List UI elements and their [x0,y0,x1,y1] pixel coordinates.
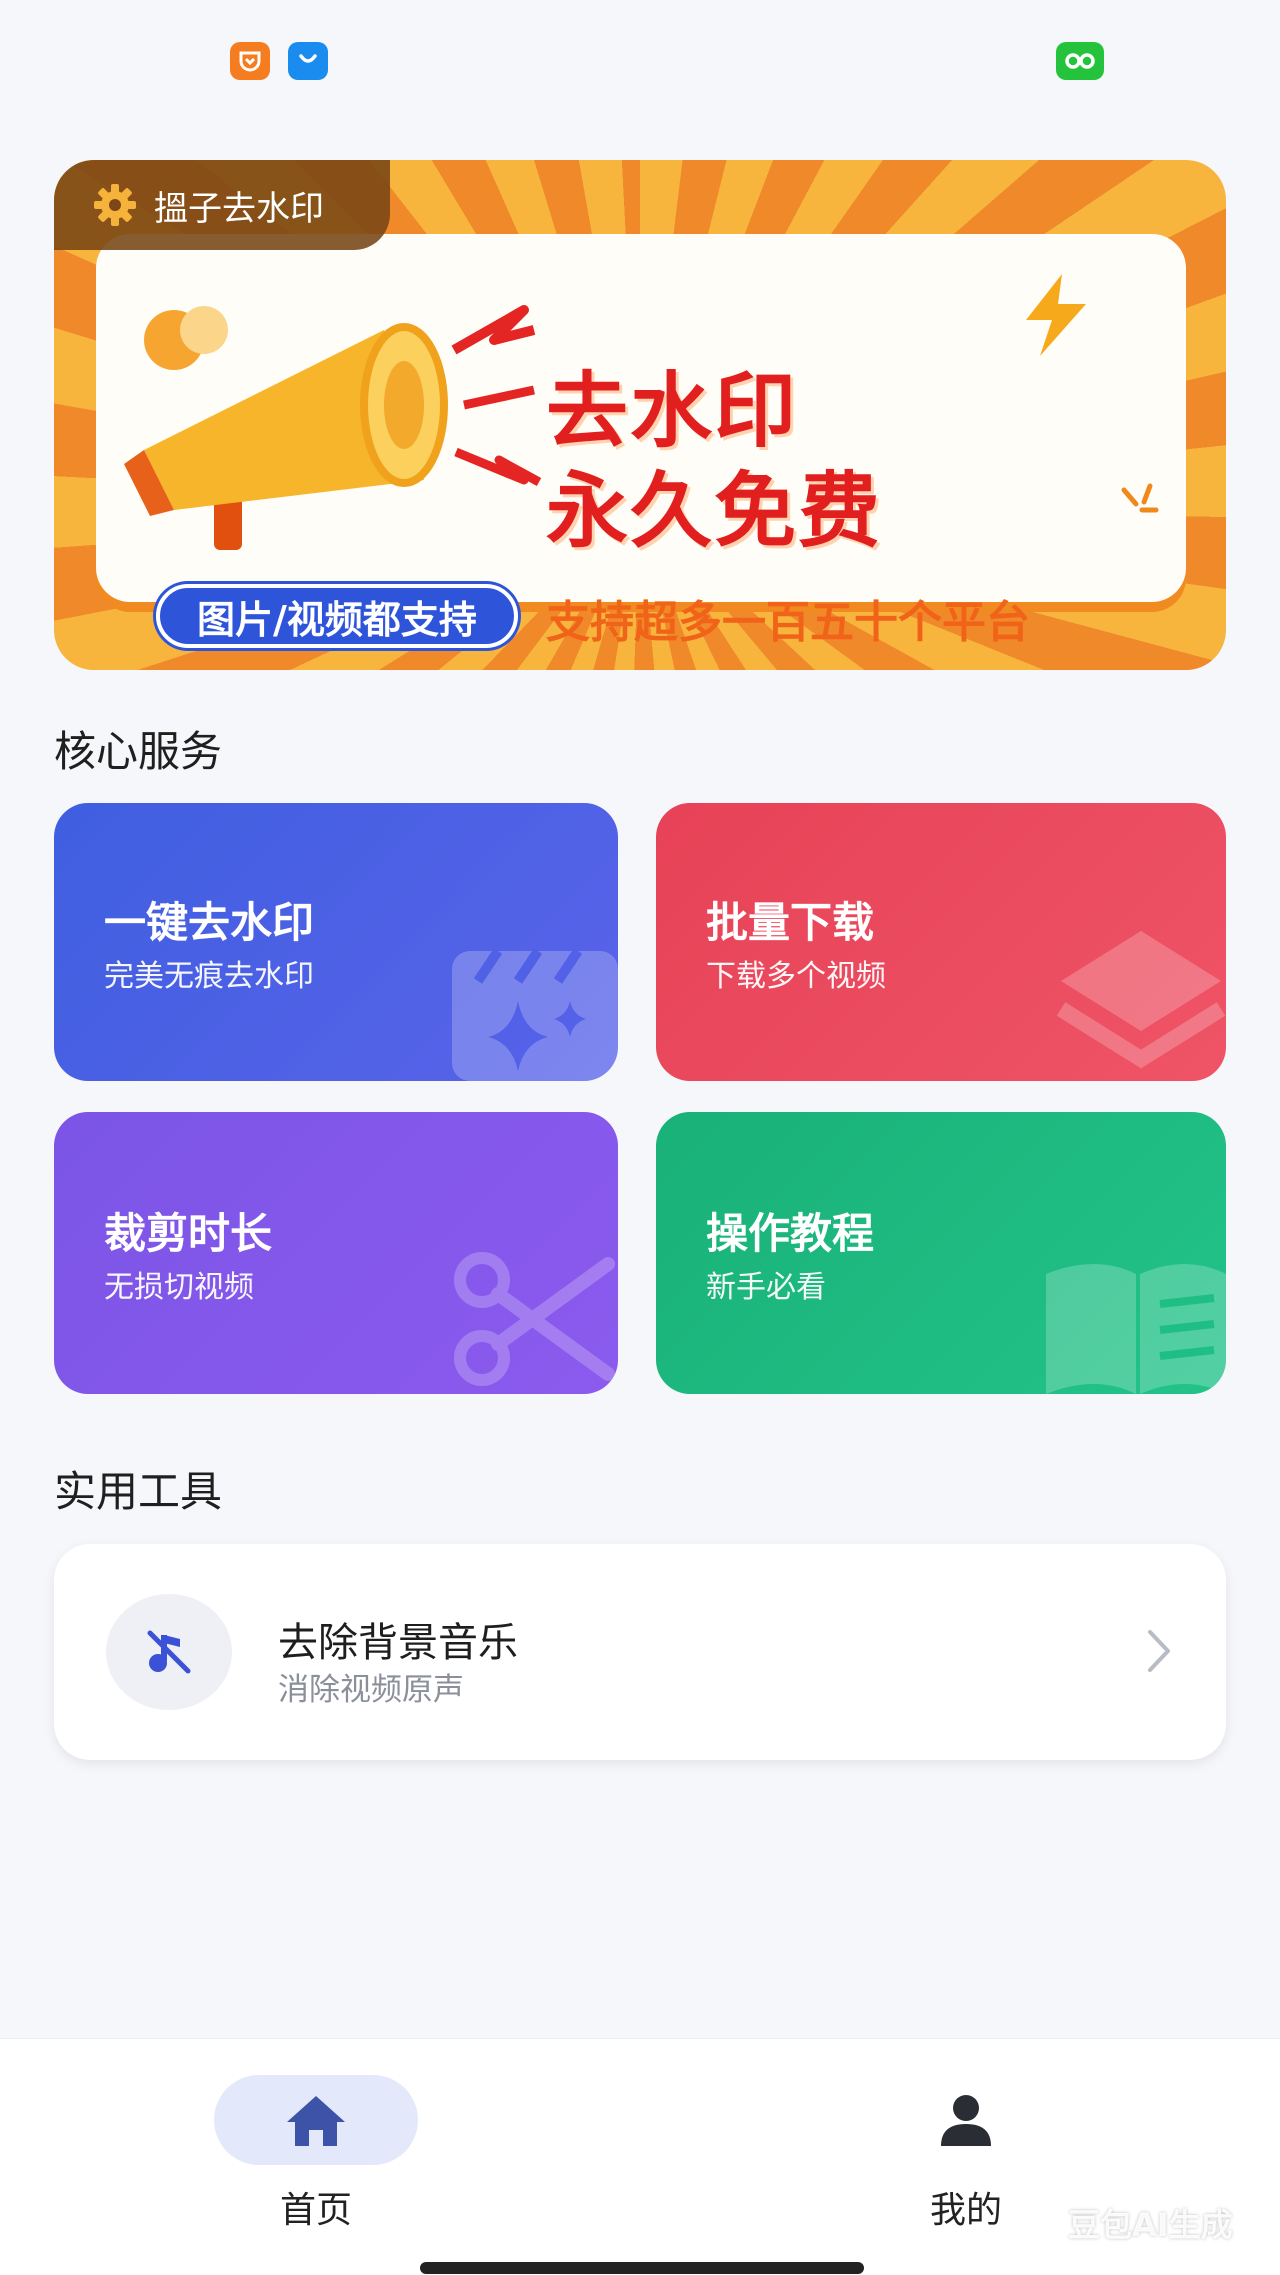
clapperboard-sparkle-icon [452,948,618,1081]
notification-app-icon [230,42,270,80]
home-indicator [420,2262,864,2274]
scissors-icon [454,1252,615,1386]
tool-icon-container [106,1594,232,1710]
service-card-batch-download[interactable]: 批量下载 下载多个视频 [656,803,1226,1081]
app-name-label: 搵子去水印 [154,188,324,229]
promo-banner[interactable]: 去水印 永久免费 图片/视频都支持 支持超多一百五十个平台 搵子去水印 [54,160,1226,670]
banner-pill: 图片/视频都支持 [156,584,518,648]
lightning-icon [1026,274,1086,356]
section-title-tools: 实用工具 [54,1467,223,1516]
megaphone-icon [124,305,542,550]
tool-item-remove-bgm[interactable]: 去除背景音乐 消除视频原声 [54,1544,1226,1760]
service-card-tutorial[interactable]: 操作教程 新手必看 [656,1112,1226,1394]
service-title: 一键去水印 [104,898,315,947]
music-off-icon [147,1630,191,1674]
nav-active-indicator [214,2075,418,2165]
gear-icon [94,184,136,226]
service-subtitle: 下载多个视频 [706,959,886,994]
chevron-right-icon [1148,1630,1170,1672]
service-title: 操作教程 [706,1209,875,1258]
book-icon [1046,1264,1226,1394]
tool-title: 去除背景音乐 [278,1620,518,1666]
app-name-tag: 搵子去水印 [54,160,390,250]
notification-app-icon [288,42,328,80]
nav-tab-mine[interactable]: 我的 [864,2075,1068,2233]
service-title: 裁剪时长 [104,1209,273,1258]
service-subtitle: 完美无痕去水印 [104,959,314,994]
nav-tab-home[interactable]: 首页 [214,2075,418,2233]
service-card-trim-duration[interactable]: 裁剪时长 无损切视频 [54,1112,618,1394]
section-title-core: 核心服务 [54,727,223,776]
ai-watermark: 豆包AI生成 [1068,2206,1233,2244]
service-subtitle: 新手必看 [706,1270,826,1305]
nav-icon-container [864,2075,1068,2165]
nav-label-mine: 我的 [929,2190,1002,2231]
nav-label-home: 首页 [279,2190,352,2231]
home-icon [287,2096,345,2146]
status-bar [0,0,1280,120]
service-card-remove-watermark[interactable]: 一键去水印 完美无痕去水印 [54,803,618,1081]
notification-app-icon [1056,42,1104,80]
service-title: 批量下载 [706,898,875,947]
banner-headline: 永久免费 [546,464,883,559]
tool-subtitle: 消除视频原声 [278,1672,464,1708]
user-icon [941,2095,991,2146]
app-screen: 去水印 永久免费 图片/视频都支持 支持超多一百五十个平台 搵子去水印 核心服务… [0,0,1280,2275]
sparkle-icon [1121,483,1159,513]
layers-icon [1056,931,1226,1069]
service-subtitle: 无损切视频 [104,1270,254,1305]
banner-platforms-text: 支持超多一百五十个平台 [546,597,1030,648]
